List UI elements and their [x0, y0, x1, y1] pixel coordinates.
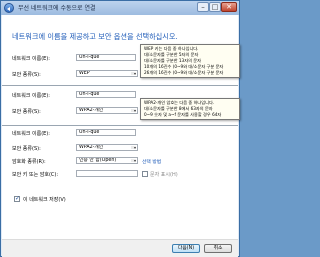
- maximize-button[interactable]: □: [209, 2, 221, 12]
- show-characters-checkbox[interactable]: [142, 171, 148, 177]
- minimize-button[interactable]: –: [197, 2, 209, 12]
- next-button[interactable]: 다음(N): [172, 244, 200, 253]
- security-type-label: 보안 종류(S):: [12, 146, 41, 152]
- encryption-type-label: 암호화 종류(R):: [12, 159, 46, 165]
- tooltip-line: 0~9 숫자 및 a~f 문자를 사용할 경우 64자: [144, 112, 222, 117]
- dialog-content: 네트워크에 이름을 제공하고 보안 옵션을 선택하십시오. 네트워크 이름(E)…: [2, 15, 240, 256]
- network-name-input[interactable]: Un-i-que: [76, 129, 136, 136]
- security-type-value: WEP: [79, 71, 90, 76]
- divider: [2, 85, 238, 86]
- tooltip-line: 26개의 16진수 (0~9와 대/소문자 구분 문자: [144, 70, 224, 75]
- network-name-label: 네트워크 이름(E):: [12, 93, 50, 99]
- divider: [2, 125, 238, 126]
- chevron-down-icon: [134, 147, 136, 149]
- save-network-checkbox[interactable]: [14, 195, 20, 202]
- network-name-label: 네트워크 이름(E):: [12, 131, 50, 137]
- security-type-label: 보안 종류(S):: [12, 109, 41, 115]
- network-name-input[interactable]: Un-i-que: [76, 54, 136, 61]
- security-type-select[interactable]: WPA2-개인: [76, 144, 138, 151]
- title-bar: 무선 네트워크에 수동으로 연결 – □ ✕: [1, 1, 239, 15]
- security-type-value: WPA2-개인: [79, 145, 104, 150]
- wpa2-passphrase-tooltip: WPA2-개인 암호는 다음 중 하나입니다. 대/소문자를 구분한 8에서 6…: [140, 98, 240, 120]
- chevron-down-icon: [134, 73, 136, 75]
- security-type-value: WPA2-개인: [79, 108, 104, 113]
- chevron-down-icon: [134, 160, 136, 162]
- encryption-type-select[interactable]: 인증 안 함(Open): [76, 157, 138, 164]
- save-network-label: 이 네트워크 저장(V): [23, 197, 66, 203]
- wep-key-tooltip: WEP 키는 다음 중 하나입니다. 대/소문자를 구분한 5자의 문자 대/소…: [140, 44, 240, 78]
- chevron-down-icon: [134, 110, 136, 112]
- network-name-label: 네트워크 이름(E):: [12, 56, 50, 62]
- security-key-label: 보안 키 또는 암호(C):: [12, 172, 59, 178]
- dialog-footer: 다음(N) 취소: [2, 239, 238, 257]
- security-type-select[interactable]: WEP: [76, 70, 138, 77]
- encryption-type-value: 인증 안 함(Open): [79, 158, 117, 163]
- security-type-select[interactable]: WPA2-개인: [76, 107, 138, 114]
- back-arrow-icon[interactable]: [4, 3, 14, 13]
- cancel-button[interactable]: 취소: [204, 244, 232, 253]
- security-type-label: 보안 종류(S):: [12, 72, 41, 78]
- show-characters-label: 문자 표시(H): [150, 172, 178, 178]
- network-name-input[interactable]: Un-i-que: [76, 91, 136, 98]
- window-title: 무선 네트워크에 수동으로 연결: [18, 5, 96, 12]
- choose-link[interactable]: 선택 방법: [142, 158, 161, 165]
- close-button[interactable]: ✕: [221, 2, 237, 12]
- security-key-input[interactable]: [76, 170, 138, 177]
- page-heading: 네트워크에 이름을 제공하고 보안 옵션을 선택하십시오.: [12, 32, 178, 41]
- dialog-window: 무선 네트워크에 수동으로 연결 – □ ✕ 네트워크에 이름을 제공하고 보안…: [0, 0, 240, 257]
